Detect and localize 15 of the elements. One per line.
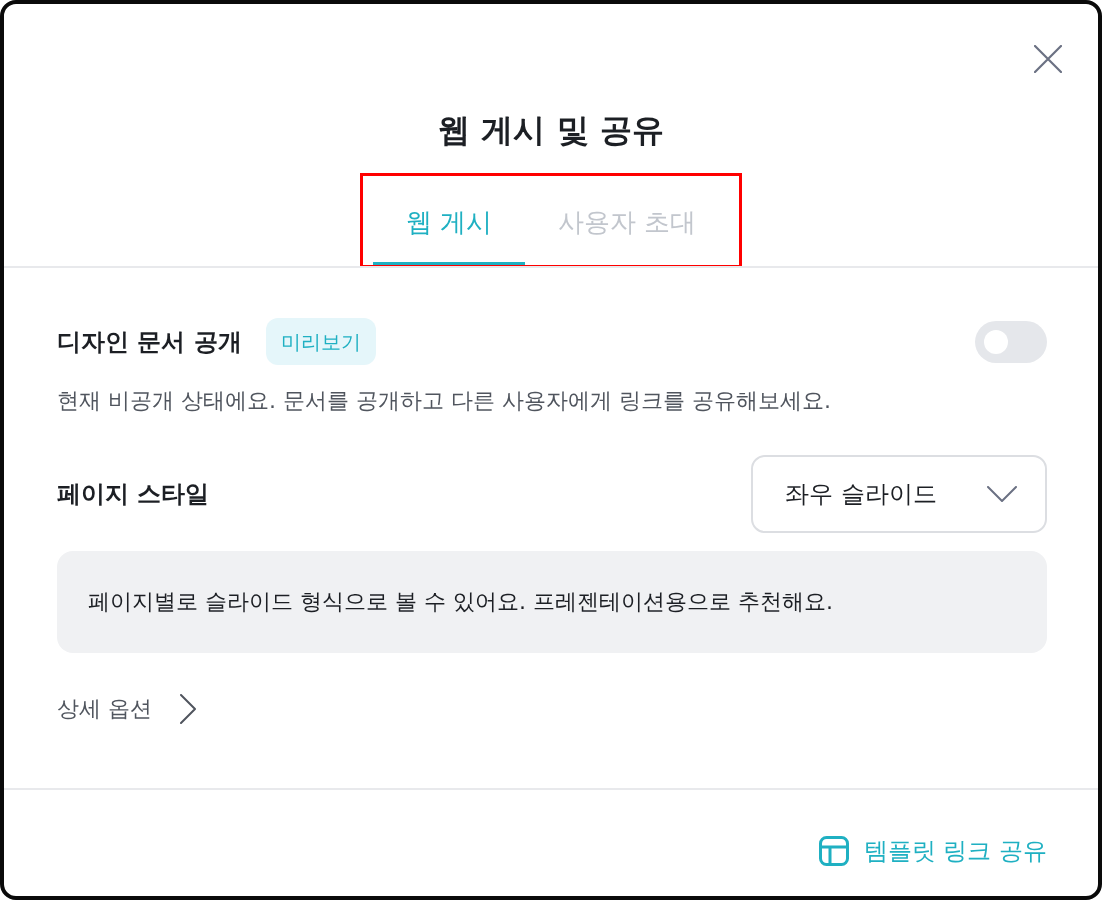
template-link-share-link[interactable]: 템플릿 링크 공유 — [818, 834, 1047, 868]
publish-toggle[interactable] — [975, 320, 1047, 363]
chevron-right-icon — [180, 694, 196, 724]
chevron-down-icon — [987, 486, 1017, 502]
details-options-link[interactable]: 상세 옵션 — [57, 693, 196, 725]
dialog-title: 웹 게시 및 공유 — [437, 110, 665, 150]
page-style-label: 페이지 스타일 — [57, 479, 210, 510]
page-style-dropdown[interactable]: 좌우 슬라이드 — [751, 455, 1047, 533]
publish-description: 현재 비공개 상태에요. 문서를 공개하고 다른 사용자에게 링크를 공유해보세요. — [57, 387, 832, 415]
close-icon — [1034, 45, 1062, 73]
preview-button[interactable]: 미리보기 — [265, 318, 376, 365]
style-info-box: 페이지별로 슬라이드 형식으로 볼 수 있어요. 프레젠테이션용으로 추천해요. — [57, 551, 1047, 653]
tab[interactable]: 사용자 초대 — [525, 176, 730, 265]
layout-template-icon — [818, 836, 849, 866]
publish-label: 디자인 문서 공개 — [57, 326, 242, 358]
